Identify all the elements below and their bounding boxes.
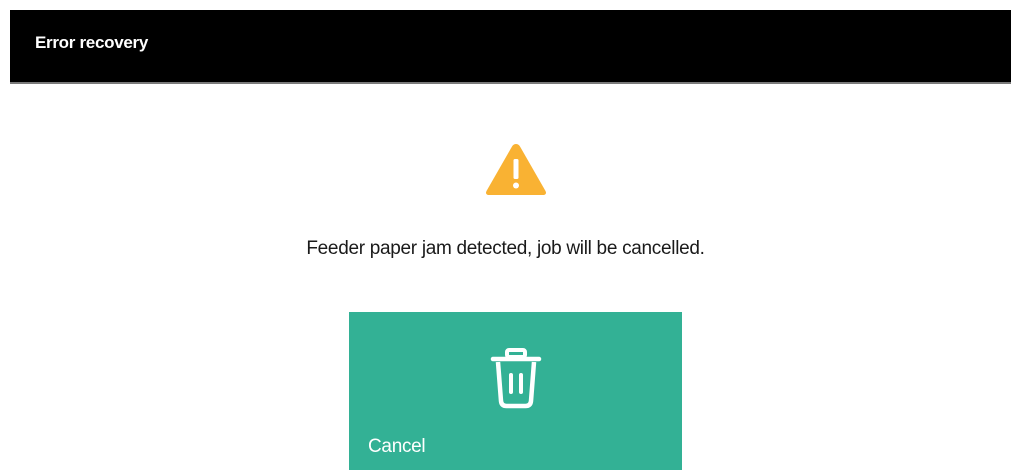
cancel-button[interactable]: Cancel	[349, 312, 682, 470]
cancel-button-label: Cancel	[368, 436, 426, 457]
error-recovery-screen: Error recovery Feeder paper jam detected…	[0, 0, 1011, 470]
warning-icon	[486, 144, 546, 195]
title-divider	[10, 82, 1011, 84]
page-title: Error recovery	[35, 33, 148, 52]
title-bar: Error recovery	[10, 10, 1011, 82]
trash-icon	[490, 348, 542, 409]
error-message: Feeder paper jam detected, job will be c…	[306, 238, 705, 259]
